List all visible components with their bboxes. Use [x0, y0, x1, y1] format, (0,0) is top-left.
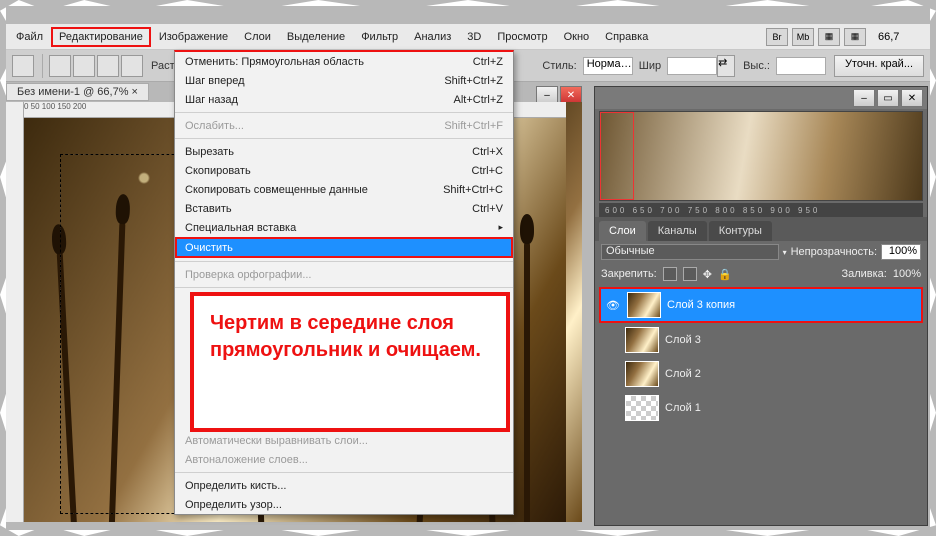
menubar-zoom[interactable]: 66,7 — [878, 31, 928, 43]
opt-mode-new[interactable] — [49, 55, 71, 77]
menu-layers[interactable]: Слои — [236, 27, 279, 47]
opt-style-label: Стиль: — [542, 60, 576, 72]
layer-row[interactable]: Слой 3 — [599, 323, 923, 357]
layer-name[interactable]: Слой 3 копия — [667, 299, 917, 311]
tab-channels[interactable]: Каналы — [648, 221, 707, 241]
menubar-tile-br[interactable]: Br — [766, 28, 788, 46]
lock-move-icon[interactable]: ✥ — [703, 268, 712, 281]
lock-transparency-icon[interactable] — [663, 267, 677, 281]
lock-pixels-icon[interactable] — [683, 267, 697, 281]
menu-item-define-pattern[interactable]: Определить узор... — [175, 495, 513, 514]
menu-item-step-back[interactable]: Шаг назадAlt+Ctrl+Z — [175, 90, 513, 109]
lock-label: Закрепить: — [601, 268, 657, 280]
menu-file[interactable]: Файл — [8, 27, 51, 47]
layer-name[interactable]: Слой 3 — [665, 334, 919, 346]
menu-3d[interactable]: 3D — [459, 27, 489, 47]
opt-h-field[interactable] — [776, 57, 826, 75]
opacity-field[interactable]: 100% — [881, 244, 921, 260]
panel-max-button[interactable]: ▭ — [877, 89, 899, 107]
ruler-vertical — [6, 102, 24, 522]
edit-menu-dropdown: Отменить: Прямоугольная областьCtrl+Z Ша… — [174, 50, 514, 515]
layer-row[interactable]: Слой 2 — [599, 357, 923, 391]
layers-lock-row: Закрепить: ✥ 🔒 Заливка: 100% — [595, 263, 927, 285]
menu-image[interactable]: Изображение — [151, 27, 236, 47]
tab-layers[interactable]: Слои — [599, 221, 646, 241]
layer-thumbnail[interactable] — [625, 395, 659, 421]
layer-thumbnail[interactable] — [625, 327, 659, 353]
menubar-tile-mb[interactable]: Mb — [792, 28, 814, 46]
menu-item-undo[interactable]: Отменить: Прямоугольная областьCtrl+Z — [175, 52, 513, 71]
chevron-down-icon: ▾ — [783, 248, 787, 257]
swap-wh-icon[interactable]: ⇄ — [717, 55, 735, 77]
menubar-tile-4[interactable]: ▦ — [844, 28, 866, 46]
panel-tabs: Слои Каналы Контуры — [595, 217, 927, 241]
menu-item-clear[interactable]: Очистить — [175, 237, 513, 258]
menu-select[interactable]: Выделение — [279, 27, 353, 47]
menu-item-copy[interactable]: СкопироватьCtrl+C — [175, 161, 513, 180]
navigator-thumbnail[interactable] — [599, 111, 923, 201]
menu-item-fade: Ослабить...Shift+Ctrl+F — [175, 116, 513, 135]
menubar-tile-3[interactable]: ▦ — [818, 28, 840, 46]
opt-style-select[interactable]: Норма… — [583, 57, 633, 75]
opt-mode-sub[interactable] — [97, 55, 119, 77]
annotation-callout: Чертим в середине слоя прямоугольник и о… — [190, 292, 510, 432]
document-tab-title: Без имени-1 @ 66,7% × — [17, 86, 138, 98]
menu-view[interactable]: Просмотр — [489, 27, 555, 47]
lock-all-icon[interactable]: 🔒 — [718, 268, 732, 281]
menu-edit[interactable]: Редактирование — [51, 27, 151, 47]
layer-thumbnail[interactable] — [627, 292, 661, 318]
layers-panel-chrome: – ▭ ✕ — [595, 87, 927, 109]
menu-item-auto-align: Автоматически выравнивать слои... — [175, 431, 513, 450]
menu-item-auto-blend: Автоналожение слоев... — [175, 450, 513, 469]
tab-paths[interactable]: Контуры — [709, 221, 772, 241]
opt-h-label: Выс.: — [743, 60, 770, 72]
layer-row[interactable]: 👁 Слой 3 копия — [599, 287, 923, 323]
layers-panel: – ▭ ✕ 600 650 700 750 800 850 900 950 Сл… — [594, 86, 928, 526]
panel-close-button[interactable]: ✕ — [901, 89, 923, 107]
menubar: Файл Редактирование Изображение Слои Выд… — [6, 24, 930, 50]
menu-window[interactable]: Окно — [556, 27, 598, 47]
blend-mode-select[interactable]: Обычные — [601, 244, 779, 260]
menu-item-spellcheck: Проверка орфографии... — [175, 265, 513, 284]
panel-min-button[interactable]: – — [853, 89, 875, 107]
layers-list: 👁 Слой 3 копия Слой 3 Слой 2 Слой 1 — [595, 285, 927, 427]
layers-blend-row: Обычные ▾ Непрозрачность: 100% — [595, 241, 927, 263]
navigator-ruler: 600 650 700 750 800 850 900 950 — [599, 203, 923, 217]
document-tabs: Без имени-1 @ 66,7% × — [6, 82, 149, 102]
layer-name[interactable]: Слой 2 — [665, 368, 919, 380]
menu-item-paste[interactable]: ВставитьCtrl+V — [175, 199, 513, 218]
layer-row[interactable]: Слой 1 — [599, 391, 923, 425]
fill-label: Заливка: — [841, 268, 886, 280]
menu-item-step-forward[interactable]: Шаг впередShift+Ctrl+Z — [175, 71, 513, 90]
opt-mode-add[interactable] — [73, 55, 95, 77]
menu-item-copy-merged[interactable]: Скопировать совмещенные данныеShift+Ctrl… — [175, 180, 513, 199]
opt-w-label: Шир — [639, 60, 661, 72]
menu-item-define-brush[interactable]: Определить кисть... — [175, 476, 513, 495]
menu-help[interactable]: Справка — [597, 27, 656, 47]
document-tab[interactable]: Без имени-1 @ 66,7% × — [6, 83, 149, 101]
visibility-eye-icon[interactable]: 👁 — [605, 299, 621, 312]
marquee-tool-icon[interactable] — [12, 55, 34, 77]
opt-mode-intersect[interactable] — [121, 55, 143, 77]
opacity-label: Непрозрачность: — [791, 246, 877, 258]
refine-edge-button[interactable]: Уточн. край... — [834, 55, 924, 77]
fill-field[interactable]: 100% — [893, 268, 921, 280]
layer-thumbnail[interactable] — [625, 361, 659, 387]
annotation-text: Чертим в середине слоя прямоугольник и о… — [210, 310, 490, 364]
navigator-viewframe[interactable] — [600, 112, 634, 200]
menu-filter[interactable]: Фильтр — [353, 27, 406, 47]
menu-item-paste-special[interactable]: Специальная вставка — [175, 218, 513, 237]
opt-w-field[interactable] — [667, 57, 717, 75]
layer-name[interactable]: Слой 1 — [665, 402, 919, 414]
menu-analysis[interactable]: Анализ — [406, 27, 459, 47]
menu-item-cut[interactable]: ВырезатьCtrl+X — [175, 142, 513, 161]
